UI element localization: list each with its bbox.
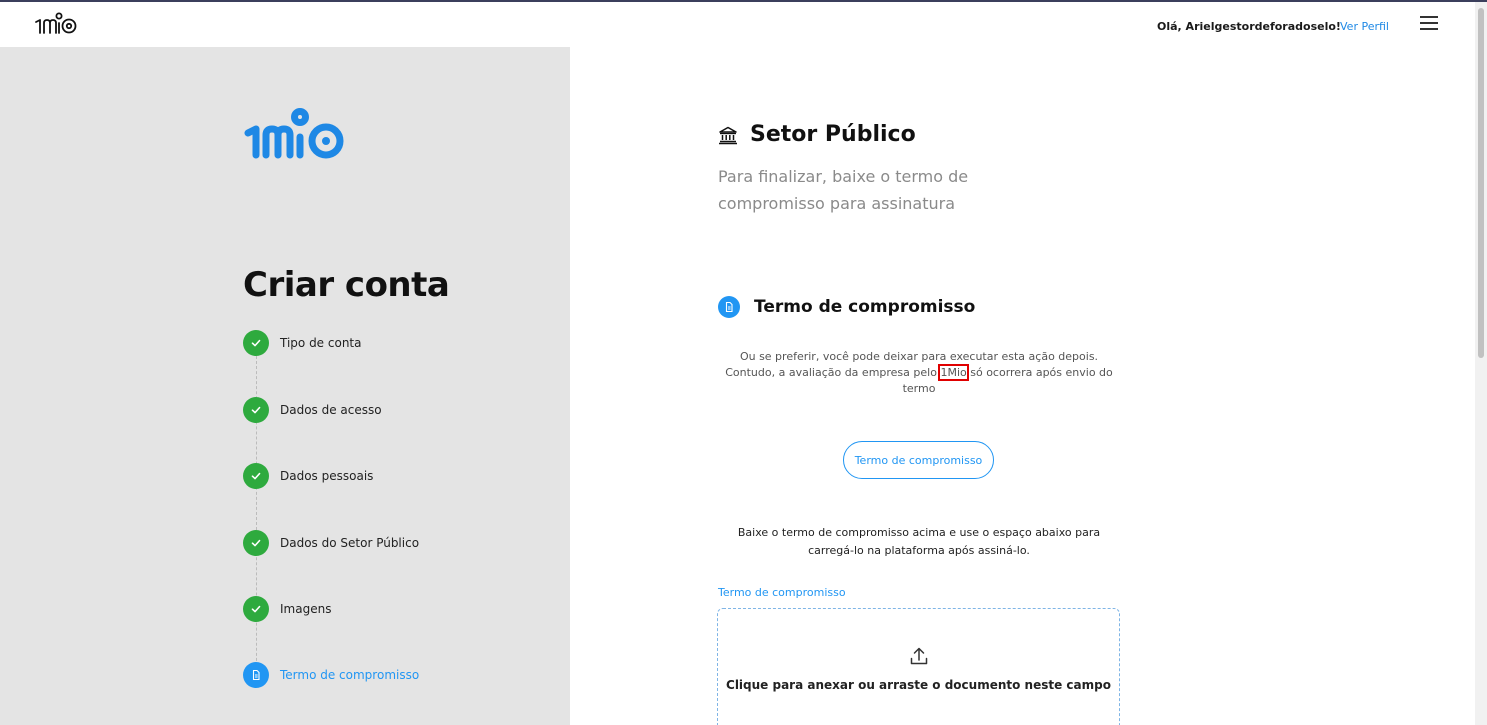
check-icon [243,530,269,556]
upload-field-label: Termo de compromisso [718,586,846,599]
upload-icon [910,647,928,665]
step-account-type[interactable]: Tipo de conta [243,330,362,356]
left-panel: Criar conta Tipo de conta Dados de acess… [0,47,570,725]
step-images[interactable]: Imagens [243,596,331,622]
section-title: Termo de compromisso [754,297,976,317]
upload-text: Clique para anexar ou arraste o document… [726,678,1111,692]
step-commitment-term[interactable]: Termo de compromisso [243,662,419,688]
bank-icon [719,126,737,144]
main-content: Setor Público Para finalizar, baixe o te… [570,47,1475,725]
step-label: Tipo de conta [280,336,362,350]
sector-subtitle: Para finalizar, baixe o termo de comprom… [718,167,969,213]
note-highlight: 1Mio [938,364,969,381]
document-icon [243,662,269,688]
user-greeting: Olá, Arielgestordeforadoselo! [1157,20,1341,33]
upload-instructions: Baixe o termo de compromisso acima e use… [737,526,1101,557]
scrollbar-thumb[interactable] [1478,8,1484,358]
step-label: Dados de acesso [280,403,382,417]
step-label: Dados do Setor Público [280,536,420,550]
upload-dropzone[interactable]: Clique para anexar ou arraste o document… [717,608,1120,725]
document-icon [718,296,740,318]
brand-logo-large [243,107,351,168]
logo-1mio-large-icon [244,108,344,159]
section-heading: Termo de compromisso [718,296,975,318]
logo-1mio-icon [35,12,77,34]
brand-logo-small[interactable] [34,11,80,42]
hamburger-menu-icon[interactable] [1420,16,1438,32]
step-label: Imagens [280,602,332,616]
check-icon [243,397,269,423]
step-label: Dados pessoais [280,469,374,483]
check-icon [243,596,269,622]
view-profile-link[interactable]: Ver Perfil [1340,20,1389,33]
step-label: Termo de compromisso [280,668,420,682]
top-header: Olá, Arielgestordeforadoselo! Ver Perfil [0,2,1475,47]
download-term-button[interactable]: Termo de compromisso [843,441,994,479]
step-public-sector-data[interactable]: Dados do Setor Público [243,530,419,556]
sector-title: Setor Público [750,122,916,147]
postpone-note: Ou se preferir, você pode deixar para ex… [718,349,1120,397]
page-scrollbar[interactable] [1475,2,1487,725]
step-personal-data[interactable]: Dados pessoais [243,463,373,489]
sector-heading: Setor Público [718,122,916,147]
step-access-data[interactable]: Dados de acesso [243,397,382,423]
create-account-title: Criar conta [243,265,450,305]
check-icon [243,330,269,356]
check-icon [243,463,269,489]
